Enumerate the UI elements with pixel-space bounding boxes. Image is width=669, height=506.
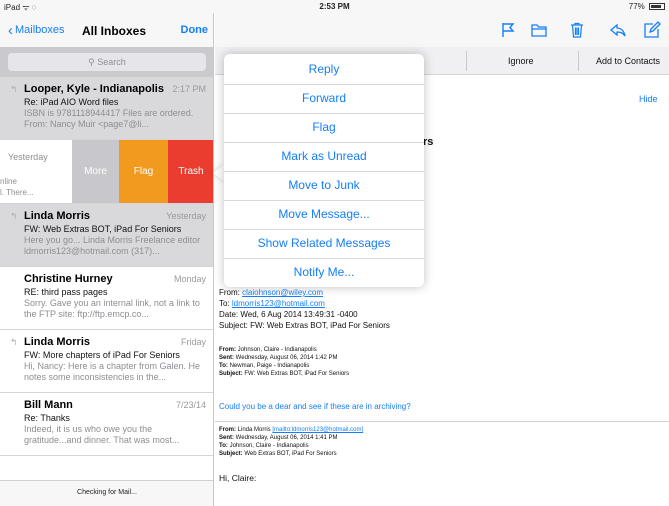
search-input[interactable]: ⚲ Search — [8, 53, 206, 71]
forward-menu-item[interactable]: Forward — [224, 84, 424, 112]
message-row-selected[interactable]: ↰ Linda Morris Yesterday FW: Web Extras … — [0, 204, 213, 267]
message-subject: FW: More chapters of iPad For Seniors — [24, 350, 180, 360]
message-sender: Linda Morris — [24, 210, 91, 222]
more-button[interactable]: More — [72, 140, 119, 203]
trash-button[interactable]: Trash — [168, 140, 213, 203]
swiped-message-row[interactable]: Yesterday nline l. There... More Flag Tr… — [0, 140, 213, 204]
subject-line: Subject: FW: Web Extras BOT, iPad For Se… — [219, 321, 390, 330]
replied-icon: ↰ — [10, 211, 18, 221]
message-preview-fragment: l. There... — [0, 188, 34, 197]
quoted-subject-line: Subject: Web Extras BOT, iPad For Senior… — [219, 451, 337, 457]
message-preview-fragment: nline — [0, 177, 17, 186]
hide-details-link[interactable]: Hide — [639, 94, 658, 104]
message-row[interactable]: Christine Hurney Monday RE: third pass p… — [0, 267, 213, 330]
flag-menu-item[interactable]: Flag — [224, 113, 424, 141]
folder-icon[interactable] — [530, 21, 548, 39]
message-preview: ISBN is 9781118944417 Files are ordered.… — [24, 108, 194, 129]
message-date: 7/23/14 — [175, 400, 206, 410]
message-preview: Here you go... Linda Morris Freelance ed… — [24, 235, 201, 256]
replied-icon: ↰ — [10, 84, 18, 94]
quoted-sent-line: Sent: Wednesday, August 06, 2014 1:42 PM — [219, 355, 338, 361]
battery-icon — [649, 3, 665, 10]
from-line: From: claiohnson@wiley.com — [219, 288, 324, 297]
message-subject: FW: Web Extras BOT, iPad For Seniors — [24, 224, 182, 234]
search-bar: ⚲ Search — [0, 47, 213, 77]
date-line: Date: Wed, 6 Aug 2014 13:49:31 -0400 — [219, 310, 358, 319]
done-button[interactable]: Done — [181, 24, 209, 36]
to-email-link[interactable]: ldmorris123@hotmail.com — [232, 299, 325, 308]
mailbox-title: All Inboxes — [82, 24, 147, 38]
message-sender: Looper, Kyle - Indianapolis — [24, 83, 164, 95]
trash-icon[interactable] — [568, 21, 586, 39]
compose-icon[interactable] — [643, 21, 661, 39]
back-button[interactable]: ‹ Mailboxes — [8, 22, 65, 39]
message-body-question: Could you be a dear and see if these are… — [219, 402, 411, 411]
quoted-subject-line: Subject: FW: Web Extras BOT, iPad For Se… — [219, 371, 350, 377]
flag-icon[interactable] — [499, 21, 517, 39]
mail-status: Checking for Mail... — [77, 489, 137, 496]
from-email-link[interactable]: claiohnson@wiley.com — [242, 288, 323, 297]
battery-percent: 77% — [628, 2, 645, 11]
message-date: 2:17 PM — [172, 84, 206, 94]
message-date: Monday — [173, 274, 206, 284]
divider — [466, 51, 467, 71]
message-subject: Re: iPad AIO Word files — [24, 97, 119, 107]
search-placeholder: Search — [97, 57, 126, 67]
move-message-menu-item[interactable]: Move Message... — [224, 200, 424, 228]
search-icon: ⚲ — [88, 57, 95, 67]
message-subject-fragment: rs — [423, 136, 434, 148]
quote-separator — [215, 421, 669, 422]
divider — [578, 51, 579, 71]
message-sender: Linda Morris — [24, 336, 91, 348]
message-greeting: Hi, Claire: — [219, 473, 257, 483]
message-date: Friday — [180, 337, 206, 347]
notify-me-menu-item[interactable]: Notify Me... — [224, 258, 424, 286]
quoted-from-line: From: Linda Morris [mailto:ldmorris123@h… — [219, 427, 364, 433]
mailbox-pane: ‹ Mailboxes All Inboxes Done ⚲ Search ↰ L… — [0, 13, 214, 506]
mailbox-footer: Checking for Mail... — [0, 480, 213, 506]
flag-button[interactable]: Flag — [119, 140, 168, 203]
message-row[interactable]: Bill Mann 7/23/14 Re: Thanks Indeed, it … — [0, 393, 213, 456]
clock: 2:53 PM — [319, 2, 350, 11]
message-preview: Hi, Nancy: Here is a chapter from Galen.… — [24, 361, 201, 382]
quoted-to-line: To: Newman, Paige - Indianapolis — [219, 363, 310, 369]
message-subject: RE: third pass pages — [24, 287, 108, 297]
message-date: Yesterday — [8, 152, 48, 162]
message-preview: Sorry. Gave you an internal link, not a … — [24, 298, 200, 319]
quoted-sent-line: Sent: Wednesday, August 06, 2014 1:41 PM — [219, 435, 338, 441]
reply-menu-item[interactable]: Reply — [224, 55, 424, 83]
mailto-link[interactable]: [mailto:ldmorris123@hotmail.com] — [272, 427, 363, 433]
message-sender: Bill Mann — [24, 399, 73, 411]
message-sender: Christine Hurney — [24, 273, 113, 285]
add-to-contacts-button[interactable]: Add to Contacts — [596, 56, 660, 66]
reply-icon[interactable] — [609, 21, 627, 39]
mark-unread-menu-item[interactable]: Mark as Unread — [224, 142, 424, 170]
mailbox-navbar: ‹ Mailboxes All Inboxes Done — [0, 13, 213, 47]
chevron-left-icon: ‹ — [8, 22, 13, 39]
message-actions-popover: Reply Forward Flag Mark as Unread Move t… — [224, 54, 424, 287]
status-bar: iPad ᯤ ◌ 2:53 PM 77% — [0, 0, 669, 13]
quoted-from-line: From: Johnson, Claire - Indianapolis — [219, 347, 317, 353]
message-toolbar — [215, 13, 669, 47]
message-date: Yesterday — [166, 211, 206, 221]
message-subject: Re: Thanks — [24, 413, 70, 423]
ignore-button[interactable]: Ignore — [508, 56, 534, 66]
battery-indicator: 77% — [629, 2, 665, 11]
back-label: Mailboxes — [15, 24, 65, 36]
message-row[interactable]: ↰ Linda Morris Friday FW: More chapters … — [0, 330, 213, 393]
show-related-menu-item[interactable]: Show Related Messages — [224, 229, 424, 257]
message-row[interactable]: ↰ Looper, Kyle - Indianapolis 2:17 PM Re… — [0, 77, 213, 140]
message-preview: Indeed, it is us who owe you the gratitu… — [24, 424, 180, 445]
replied-icon: ↰ — [10, 337, 18, 347]
quoted-to-line: To: Johnson, Claire - Indianapolis — [219, 443, 309, 449]
move-to-junk-menu-item[interactable]: Move to Junk — [224, 171, 424, 199]
to-line: To: ldmorris123@hotmail.com — [219, 299, 325, 308]
